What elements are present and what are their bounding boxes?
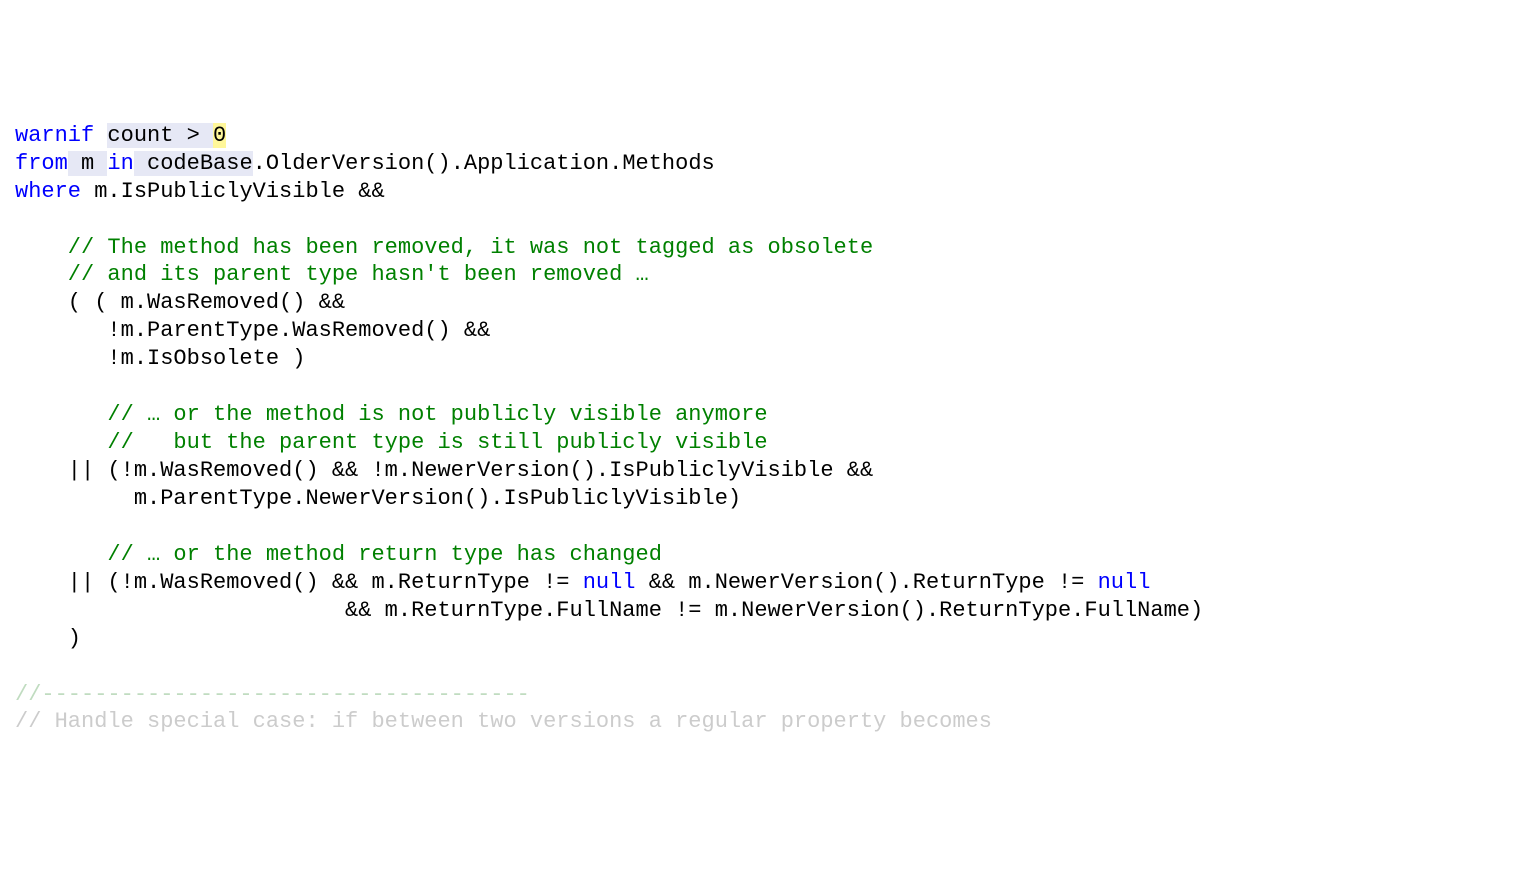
text-l18: && m.ReturnType.FullName != m.NewerVersi… — [15, 598, 1203, 623]
code-block: warnif count > 0 from m in codeBase.Olde… — [15, 122, 1525, 737]
text-l03: m.IsPubliclyVisible && — [81, 179, 385, 204]
keyword-from: from — [15, 151, 68, 176]
keyword-where: where — [15, 179, 81, 204]
text-l19: ) — [15, 626, 81, 651]
comment-l06: // and its parent type hasn't been remov… — [15, 262, 649, 287]
text-l14: m.ParentType.NewerVersion().IsPubliclyVi… — [15, 486, 741, 511]
text-l02: .OlderVersion().Application.Methods — [253, 151, 715, 176]
text-space — [94, 123, 107, 148]
text-l17a: || (!m.WasRemoved() && m.ReturnType != — [15, 570, 583, 595]
text-l13: || (!m.WasRemoved() && !m.NewerVersion()… — [15, 458, 886, 483]
keyword-null2: null — [1098, 570, 1151, 595]
comment-divider: //------------------------------------- — [15, 682, 530, 707]
comment-l11: // … or the method is not publicly visib… — [15, 402, 768, 427]
text-l09: !m.IsObsolete ) — [15, 346, 305, 371]
text-l17b: && m.NewerVersion().ReturnType != — [636, 570, 1098, 595]
keyword-warnif: warnif — [15, 123, 94, 148]
comment-l05: // The method has been removed, it was n… — [15, 235, 873, 260]
selection-m: m — [68, 151, 108, 176]
comment-faded: // Handle special case: if between two v… — [15, 709, 1005, 734]
comment-l12: // but the parent type is still publicly… — [15, 430, 768, 455]
keyword-in: in — [107, 151, 133, 176]
text-l17c — [1150, 570, 1163, 595]
text-l07: ( ( m.WasRemoved() && — [15, 290, 358, 315]
comment-l16: // … or the method return type has chang… — [15, 542, 662, 567]
selection-gt: > — [187, 123, 213, 148]
selection-codebase: codeBase — [134, 151, 253, 176]
keyword-null1: null — [583, 570, 636, 595]
selection-count: count — [107, 123, 186, 148]
text-l08: !m.ParentType.WasRemoved() && — [15, 318, 490, 343]
highlight-zero: 0 — [213, 123, 226, 148]
